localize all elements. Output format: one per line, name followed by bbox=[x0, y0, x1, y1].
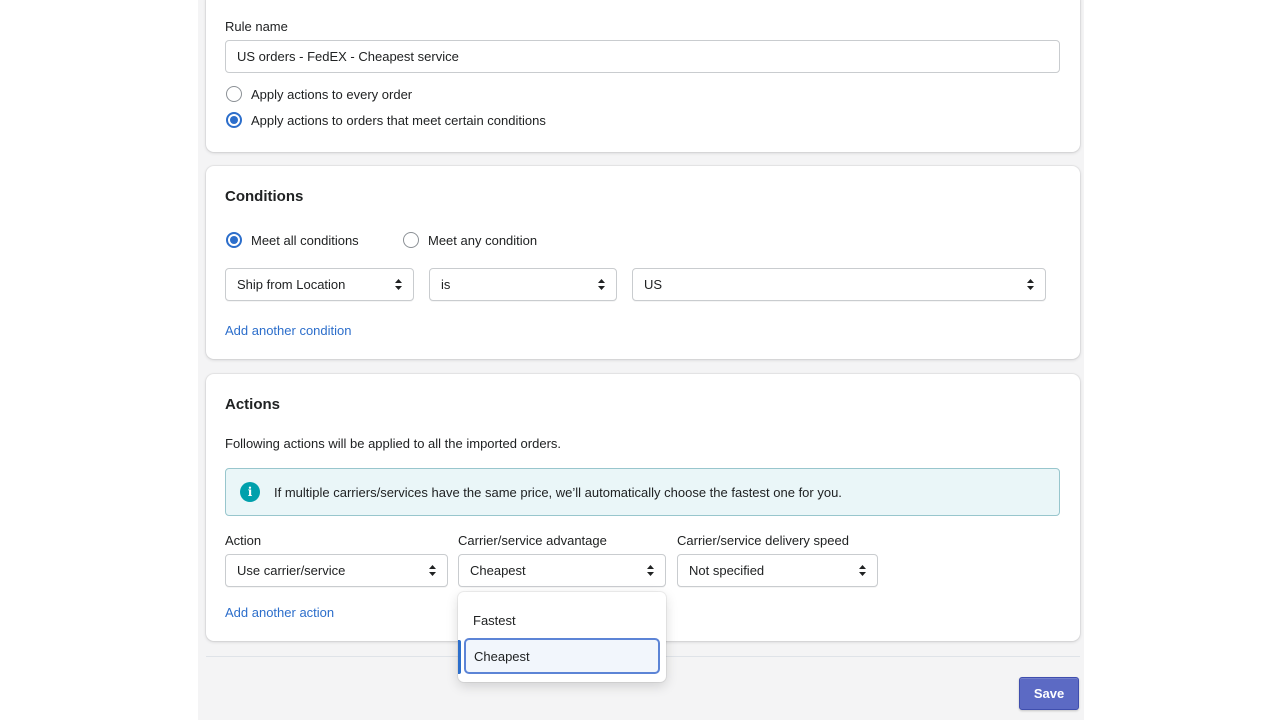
radio-label: Meet all conditions bbox=[251, 232, 359, 248]
advantage-column-label: Carrier/service advantage bbox=[458, 533, 607, 548]
apply-conditions-radio[interactable]: Apply actions to orders that meet certai… bbox=[226, 112, 546, 128]
radio-unchecked bbox=[226, 86, 242, 102]
radio-unchecked bbox=[403, 232, 419, 248]
advantage-select[interactable]: Cheapest bbox=[458, 554, 666, 587]
select-value: Ship from Location bbox=[237, 277, 346, 292]
select-value: Use carrier/service bbox=[237, 563, 346, 578]
add-action-link[interactable]: Add another action bbox=[225, 605, 334, 620]
select-arrows-icon bbox=[395, 279, 402, 290]
info-icon: i bbox=[240, 482, 260, 502]
select-arrows-icon bbox=[429, 565, 436, 576]
actions-title: Actions bbox=[225, 396, 281, 413]
advantage-dropdown-menu: Fastest Cheapest bbox=[458, 592, 666, 682]
action-column-label: Action bbox=[225, 533, 262, 548]
select-arrows-icon bbox=[598, 279, 605, 290]
radio-label: Meet any condition bbox=[428, 232, 538, 248]
select-arrows-icon bbox=[859, 565, 866, 576]
rule-name-input[interactable]: US orders - FedEX - Cheapest service bbox=[225, 40, 1060, 73]
rule-name-value: US orders - FedEX - Cheapest service bbox=[237, 49, 459, 64]
select-value: Cheapest bbox=[470, 563, 526, 578]
radio-checked bbox=[226, 232, 242, 248]
speed-select[interactable]: Not specified bbox=[677, 554, 878, 587]
selected-indicator bbox=[458, 640, 461, 674]
condition-field-select[interactable]: Ship from Location bbox=[225, 268, 414, 301]
radio-label: Apply actions to orders that meet certai… bbox=[251, 112, 546, 128]
conditions-title: Conditions bbox=[225, 188, 304, 205]
dropdown-option-fastest[interactable]: Fastest bbox=[464, 602, 660, 638]
meet-all-radio[interactable]: Meet all conditions bbox=[226, 232, 359, 248]
info-banner-text: If multiple carriers/services have the s… bbox=[274, 484, 842, 500]
add-condition-link[interactable]: Add another condition bbox=[225, 323, 351, 338]
info-banner: i If multiple carriers/services have the… bbox=[225, 468, 1060, 516]
condition-value-select[interactable]: US bbox=[632, 268, 1046, 301]
meet-any-radio[interactable]: Meet any condition bbox=[403, 232, 537, 248]
action-select[interactable]: Use carrier/service bbox=[225, 554, 448, 587]
save-button[interactable]: Save bbox=[1019, 677, 1079, 710]
select-value: is bbox=[441, 277, 451, 292]
rule-name-label: Rule name bbox=[225, 19, 288, 34]
actions-description: Following actions will be applied to all… bbox=[225, 436, 562, 451]
select-value: Not specified bbox=[689, 563, 765, 578]
speed-column-label: Carrier/service delivery speed bbox=[677, 533, 849, 548]
dropdown-option-cheapest[interactable]: Cheapest bbox=[464, 638, 660, 674]
radio-checked bbox=[226, 112, 242, 128]
rule-name-card bbox=[206, 0, 1080, 152]
radio-label: Apply actions to every order bbox=[251, 86, 413, 102]
condition-operator-select[interactable]: is bbox=[429, 268, 617, 301]
select-arrows-icon bbox=[1027, 279, 1034, 290]
apply-every-order-radio[interactable]: Apply actions to every order bbox=[226, 86, 412, 102]
select-value: US bbox=[644, 277, 663, 292]
select-arrows-icon bbox=[647, 565, 654, 576]
